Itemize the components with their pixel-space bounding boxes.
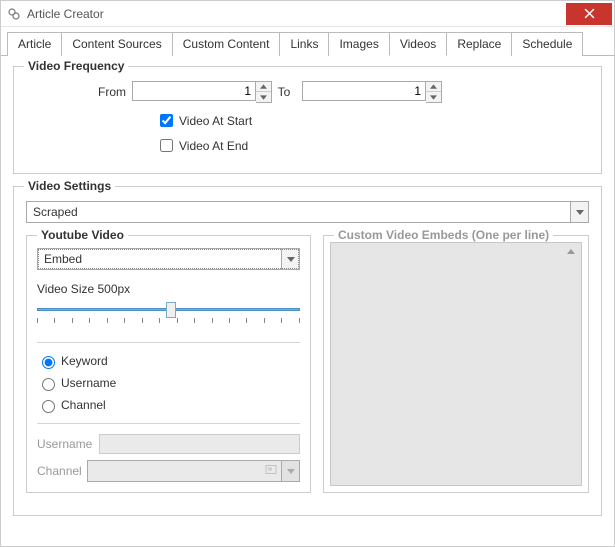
from-input[interactable] — [132, 81, 256, 101]
tab-content: Video Frequency From To — [1, 56, 614, 546]
to-label: To — [272, 85, 296, 99]
tab-schedule[interactable]: Schedule — [511, 32, 583, 56]
video-source-select[interactable]: Scraped — [26, 201, 589, 223]
radio-channel-label: Channel — [61, 398, 106, 412]
from-spin-down[interactable] — [256, 92, 271, 102]
username-input — [99, 434, 300, 454]
channel-lookup-icon — [265, 464, 277, 479]
video-at-start-label: Video At Start — [179, 114, 252, 128]
to-spin-up[interactable] — [426, 82, 441, 92]
custom-embeds-group: Custom Video Embeds (One per line) — [323, 235, 589, 493]
channel-select — [87, 460, 300, 482]
tab-article[interactable]: Article — [7, 32, 62, 56]
app-icon — [7, 7, 21, 21]
to-spinner — [302, 81, 442, 103]
slider-thumb[interactable] — [166, 302, 176, 318]
radio-keyword[interactable] — [42, 356, 55, 369]
video-settings-group: Video Settings Scraped Youtube Video Emb… — [13, 186, 602, 516]
chevron-up-icon — [430, 84, 437, 89]
video-size-label: Video Size 500px — [37, 282, 300, 296]
tab-replace[interactable]: Replace — [446, 32, 512, 56]
separator — [37, 342, 300, 343]
radio-channel[interactable] — [42, 400, 55, 413]
video-source-dropdown-button[interactable] — [570, 202, 588, 222]
channel-label: Channel — [37, 464, 87, 478]
from-label: From — [26, 85, 126, 99]
youtube-legend: Youtube Video — [37, 228, 128, 242]
video-at-end-checkbox[interactable] — [160, 139, 173, 152]
to-spin-down[interactable] — [426, 92, 441, 102]
tab-custom-content[interactable]: Custom Content — [172, 32, 281, 56]
custom-embeds-scrollbar[interactable] — [563, 245, 579, 483]
custom-embeds-textarea[interactable] — [330, 242, 582, 486]
tab-images[interactable]: Images — [328, 32, 389, 56]
to-input[interactable] — [302, 81, 426, 101]
window-title: Article Creator — [27, 7, 566, 21]
radio-keyword-label: Keyword — [61, 354, 108, 368]
chevron-down-icon — [576, 210, 584, 215]
channel-dropdown-button — [281, 461, 299, 481]
radio-username[interactable] — [42, 378, 55, 391]
youtube-video-group: Youtube Video Embed Video Size 500px — [26, 235, 311, 493]
tab-bar: Article Content Sources Custom Content L… — [1, 27, 614, 56]
youtube-mode-value: Embed — [38, 252, 281, 266]
video-frequency-group: Video Frequency From To — [13, 66, 602, 174]
close-button[interactable] — [566, 3, 612, 25]
tab-links[interactable]: Links — [279, 32, 329, 56]
close-icon — [584, 8, 595, 19]
from-spin-up[interactable] — [256, 82, 271, 92]
tab-content-sources[interactable]: Content Sources — [61, 32, 172, 56]
chevron-down-icon — [260, 95, 267, 100]
chevron-down-icon — [287, 469, 295, 474]
youtube-mode-select[interactable]: Embed — [37, 248, 300, 270]
from-spinner — [132, 81, 272, 103]
scroll-up-button[interactable] — [563, 245, 579, 257]
slider-ticks — [37, 318, 300, 323]
youtube-mode-dropdown-button[interactable] — [281, 249, 299, 269]
video-frequency-legend: Video Frequency — [24, 59, 128, 73]
video-settings-legend: Video Settings — [24, 179, 115, 193]
tab-videos[interactable]: Videos — [389, 32, 447, 56]
chevron-down-icon — [430, 95, 437, 100]
chevron-down-icon — [287, 257, 295, 262]
chevron-up-icon — [260, 84, 267, 89]
custom-embeds-legend: Custom Video Embeds (One per line) — [334, 228, 553, 242]
chevron-up-icon — [567, 249, 575, 254]
article-creator-window: Article Creator Article Content Sources … — [0, 0, 615, 547]
username-label: Username — [37, 437, 99, 451]
separator — [37, 423, 300, 424]
video-at-start-checkbox[interactable] — [160, 114, 173, 127]
radio-username-label: Username — [61, 376, 116, 390]
video-source-value: Scraped — [27, 205, 570, 219]
video-at-end-label: Video At End — [179, 139, 248, 153]
titlebar: Article Creator — [1, 1, 614, 27]
video-size-slider[interactable] — [37, 302, 300, 326]
